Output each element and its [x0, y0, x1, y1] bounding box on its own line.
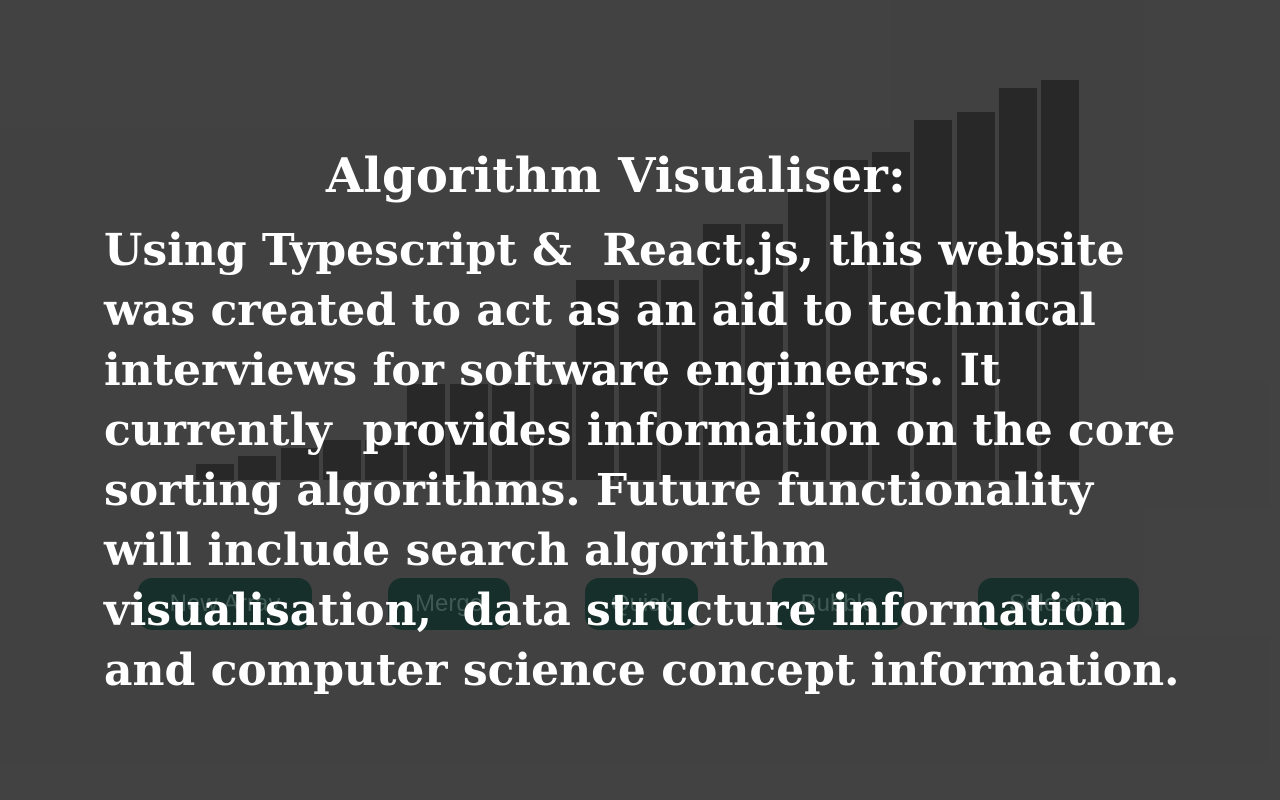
app-page: New Array Merge Quick Bubble Selection A…	[0, 0, 1280, 800]
intro-description-line: and computer science concept information…	[104, 645, 1180, 696]
intro-title: Algorithm Visualiser:	[325, 148, 907, 204]
intro-description-line: interviews for software engineers. It	[104, 345, 1001, 396]
intro-description-line: sorting algorithms. Future functionality	[104, 465, 1094, 516]
intro-description-line: will include search algorithm	[104, 525, 829, 576]
intro-description-line: visualisation, data structure informatio…	[104, 585, 1126, 636]
intro-description: Using Typescript & React.js, this websit…	[104, 221, 1184, 701]
intro-description-line: Using Typescript & React.js, this websit…	[104, 225, 1125, 276]
intro-description-line: was created to act as an aid to technica…	[104, 285, 1096, 336]
intro-description-line: currently provides information on the co…	[104, 405, 1176, 456]
